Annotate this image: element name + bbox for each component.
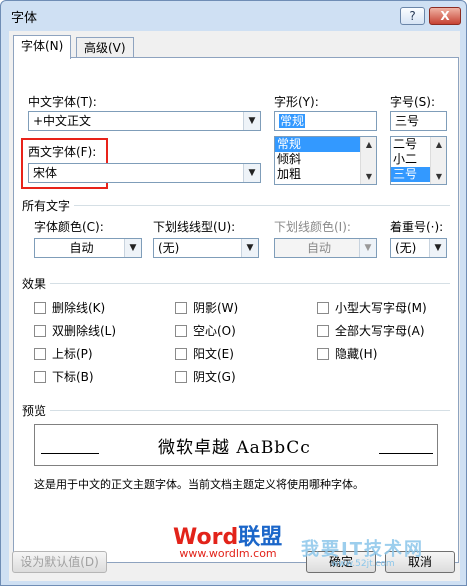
scroll-up-icon[interactable]: ▲	[431, 137, 446, 152]
checkbox-label: 隐藏(H)	[335, 347, 378, 361]
checkbox-label: 删除线(K)	[52, 301, 106, 315]
checkbox-label: 小型大写字母(M)	[335, 301, 427, 315]
preview-rule-left	[41, 453, 99, 454]
preview-sample-text: 微软卓越 AaBbCc	[158, 438, 311, 458]
dialog-title: 字体	[11, 11, 38, 26]
underline-color-select: 自动 ▼	[274, 238, 377, 258]
emboss-checkbox[interactable]: 阳文(E)	[175, 346, 234, 362]
chevron-down-icon[interactable]: ▼	[243, 164, 260, 182]
checkbox-box[interactable]	[317, 348, 329, 360]
divider	[50, 283, 450, 284]
site-watermark: 我要IT技术网	[301, 539, 424, 560]
set-default-button[interactable]: 设为默认值(D)	[12, 551, 107, 573]
divider	[74, 205, 450, 206]
scrollbar[interactable]: ▲ ▼	[360, 137, 376, 184]
emphasis-mark-label: 着重号(·):	[390, 220, 444, 234]
tab-font[interactable]: 字体(N)	[13, 35, 72, 59]
superscript-checkbox[interactable]: 上标(P)	[34, 346, 93, 362]
double-strikethrough-checkbox[interactable]: 双删除线(L)	[34, 323, 116, 339]
chevron-down-icon[interactable]: ▼	[243, 112, 260, 130]
checkbox-box[interactable]	[34, 371, 46, 383]
hidden-checkbox[interactable]: 隐藏(H)	[317, 346, 377, 362]
font-color-select[interactable]: 自动 ▼	[34, 238, 142, 258]
underline-style-label: 下划线线型(U):	[153, 220, 236, 234]
underline-style-value: (无)	[158, 241, 180, 255]
underline-color-value: 自动	[306, 241, 331, 255]
emphasis-mark-value: (无)	[395, 241, 417, 255]
font-size-label: 字号(S):	[390, 95, 436, 109]
checkbox-box[interactable]	[175, 325, 187, 337]
chinese-font-label: 中文字体(T):	[28, 95, 97, 109]
scroll-down-icon[interactable]: ▼	[431, 169, 446, 184]
scroll-up-icon[interactable]: ▲	[361, 137, 376, 152]
checkbox-label: 下标(B)	[52, 370, 94, 384]
font-size-value: 三号	[395, 114, 420, 128]
shadow-checkbox[interactable]: 阴影(W)	[175, 300, 238, 316]
font-color-label: 字体颜色(C):	[34, 220, 104, 234]
subscript-checkbox[interactable]: 下标(B)	[34, 369, 94, 385]
checkbox-label: 全部大写字母(A)	[335, 324, 425, 338]
divider	[50, 410, 450, 411]
outline-checkbox[interactable]: 空心(O)	[175, 323, 236, 339]
checkbox-label: 空心(O)	[193, 324, 236, 338]
checkbox-box[interactable]	[317, 325, 329, 337]
site-watermark-url: www.52jt.com	[331, 559, 395, 569]
chinese-font-value: +中文正文	[33, 114, 92, 128]
help-button[interactable]: ?	[400, 7, 425, 25]
checkbox-label: 阴文(G)	[193, 370, 236, 384]
western-font-value: 宋体	[33, 166, 58, 180]
checkbox-box[interactable]	[175, 348, 187, 360]
tab-advanced[interactable]: 高级(V)	[76, 37, 134, 59]
underline-style-select[interactable]: (无) ▼	[153, 238, 259, 258]
font-style-input[interactable]: 常规	[274, 111, 377, 131]
title-bar: 字体 ? X	[1, 1, 466, 31]
close-button[interactable]: X	[429, 7, 461, 25]
checkbox-label: 阴影(W)	[193, 301, 239, 315]
font-style-value: 常规	[279, 114, 306, 128]
preview-box: 微软卓越 AaBbCc	[34, 424, 438, 466]
wordlm-watermark: Word联盟 www.wordlm.com	[173, 519, 282, 560]
dialog-client: 字体(N) 高级(V) 中文字体(T): +中文正文 ▼ 西文字体(F): 宋体…	[9, 31, 460, 581]
checkbox-box[interactable]	[34, 325, 46, 337]
preview-rule-right	[379, 453, 433, 454]
checkbox-box[interactable]	[34, 302, 46, 314]
chevron-down-icon[interactable]: ▼	[429, 239, 446, 257]
engrave-checkbox[interactable]: 阴文(G)	[175, 369, 236, 385]
font-size-list[interactable]: 二号 小二 三号 ▲ ▼	[390, 136, 447, 185]
checkbox-box[interactable]	[175, 302, 187, 314]
font-style-label: 字形(Y):	[274, 95, 319, 109]
preview-heading: 预览	[22, 404, 47, 418]
effects-heading: 效果	[22, 277, 47, 291]
emphasis-mark-select[interactable]: (无) ▼	[390, 238, 447, 258]
strikethrough-checkbox[interactable]: 删除线(K)	[34, 300, 105, 316]
underline-color-label: 下划线颜色(I):	[274, 220, 351, 234]
font-style-list[interactable]: 常规 倾斜 加粗 ▲ ▼	[274, 136, 377, 185]
western-font-select[interactable]: 宋体 ▼	[28, 163, 261, 183]
font-dialog: 字体 ? X 字体(N) 高级(V) 中文字体(T): +中文正文 ▼ 西文字体…	[0, 0, 467, 586]
all-caps-checkbox[interactable]: 全部大写字母(A)	[317, 323, 425, 339]
font-color-value: 自动	[69, 241, 94, 255]
chevron-down-icon[interactable]: ▼	[124, 239, 141, 257]
checkbox-label: 阳文(E)	[193, 347, 234, 361]
checkbox-box[interactable]	[175, 371, 187, 383]
all-text-heading: 所有文字	[22, 199, 71, 213]
font-tab-panel: 中文字体(T): +中文正文 ▼ 西文字体(F): 宋体 ▼ 字形(Y): 常规…	[13, 57, 459, 563]
chevron-down-icon: ▼	[359, 239, 376, 257]
western-font-label: 西文字体(F):	[28, 145, 97, 159]
scrollbar[interactable]: ▲ ▼	[430, 137, 446, 184]
font-size-input[interactable]: 三号	[390, 111, 447, 131]
chevron-down-icon[interactable]: ▼	[241, 239, 258, 257]
checkbox-box[interactable]	[317, 302, 329, 314]
checkbox-label: 上标(P)	[52, 347, 93, 361]
scroll-down-icon[interactable]: ▼	[361, 169, 376, 184]
checkbox-box[interactable]	[34, 348, 46, 360]
preview-note: 这是用于中文的正文主题字体。当前文档主题定义将使用哪种字体。	[34, 478, 364, 491]
small-caps-checkbox[interactable]: 小型大写字母(M)	[317, 300, 427, 316]
watermark-url: www.wordlm.com	[179, 547, 277, 560]
checkbox-label: 双删除线(L)	[52, 324, 117, 338]
chinese-font-select[interactable]: +中文正文 ▼	[28, 111, 261, 131]
